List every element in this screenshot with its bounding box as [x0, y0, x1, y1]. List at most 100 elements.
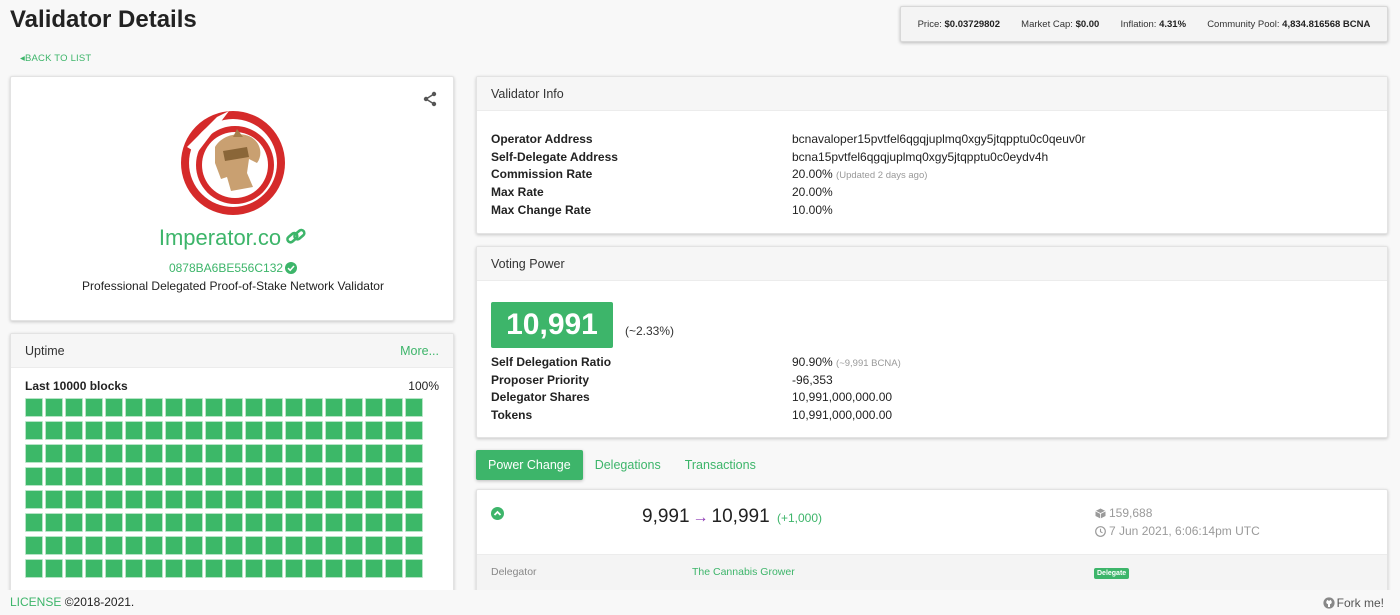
uptime-block[interactable]	[225, 490, 243, 509]
uptime-block[interactable]	[365, 398, 383, 417]
uptime-block[interactable]	[405, 421, 423, 440]
uptime-block[interactable]	[325, 536, 343, 555]
uptime-block[interactable]	[225, 536, 243, 555]
uptime-block[interactable]	[225, 398, 243, 417]
uptime-block[interactable]	[405, 513, 423, 532]
uptime-block[interactable]	[205, 536, 223, 555]
uptime-block[interactable]	[165, 513, 183, 532]
uptime-block[interactable]	[205, 421, 223, 440]
license-link[interactable]: LICENSE	[10, 595, 61, 609]
uptime-block[interactable]	[285, 559, 303, 578]
uptime-block[interactable]	[265, 536, 283, 555]
uptime-block[interactable]	[85, 467, 103, 486]
tab-power-change[interactable]: Power Change	[476, 450, 583, 480]
uptime-block[interactable]	[185, 559, 203, 578]
uptime-block[interactable]	[145, 444, 163, 463]
uptime-block[interactable]	[45, 398, 63, 417]
uptime-block[interactable]	[85, 398, 103, 417]
uptime-block[interactable]	[285, 513, 303, 532]
uptime-block[interactable]	[285, 536, 303, 555]
uptime-block[interactable]	[265, 467, 283, 486]
uptime-block[interactable]	[305, 490, 323, 509]
uptime-block[interactable]	[225, 559, 243, 578]
uptime-block[interactable]	[165, 559, 183, 578]
uptime-block[interactable]	[265, 444, 283, 463]
uptime-block[interactable]	[205, 467, 223, 486]
uptime-block[interactable]	[285, 467, 303, 486]
uptime-block[interactable]	[205, 490, 223, 509]
uptime-block[interactable]	[385, 513, 403, 532]
uptime-block[interactable]	[145, 421, 163, 440]
uptime-block[interactable]	[25, 421, 43, 440]
uptime-block[interactable]	[245, 490, 263, 509]
uptime-block[interactable]	[65, 513, 83, 532]
uptime-block[interactable]	[65, 490, 83, 509]
uptime-block[interactable]	[265, 490, 283, 509]
link-icon[interactable]	[285, 227, 307, 247]
uptime-block[interactable]	[405, 559, 423, 578]
uptime-block[interactable]	[385, 559, 403, 578]
uptime-block[interactable]	[65, 559, 83, 578]
uptime-block[interactable]	[185, 490, 203, 509]
uptime-block[interactable]	[185, 513, 203, 532]
uptime-block[interactable]	[305, 444, 323, 463]
uptime-block[interactable]	[165, 421, 183, 440]
uptime-block[interactable]	[165, 398, 183, 417]
uptime-block[interactable]	[385, 490, 403, 509]
uptime-block[interactable]	[65, 536, 83, 555]
uptime-block[interactable]	[245, 421, 263, 440]
uptime-block[interactable]	[245, 467, 263, 486]
uptime-block[interactable]	[85, 536, 103, 555]
uptime-block[interactable]	[345, 421, 363, 440]
uptime-block[interactable]	[365, 559, 383, 578]
uptime-block[interactable]	[125, 398, 143, 417]
uptime-block[interactable]	[205, 444, 223, 463]
uptime-block[interactable]	[385, 467, 403, 486]
uptime-more-link[interactable]: More...	[400, 344, 439, 358]
uptime-block[interactable]	[285, 421, 303, 440]
uptime-block[interactable]	[85, 421, 103, 440]
uptime-block[interactable]	[205, 559, 223, 578]
uptime-block[interactable]	[365, 513, 383, 532]
uptime-block[interactable]	[325, 421, 343, 440]
block-height[interactable]: 159,688	[1095, 506, 1152, 520]
uptime-block[interactable]	[25, 559, 43, 578]
uptime-block[interactable]	[245, 444, 263, 463]
uptime-block[interactable]	[25, 467, 43, 486]
tab-delegations[interactable]: Delegations	[583, 450, 673, 480]
uptime-block[interactable]	[405, 536, 423, 555]
uptime-block[interactable]	[165, 536, 183, 555]
uptime-block[interactable]	[345, 398, 363, 417]
uptime-block[interactable]	[345, 444, 363, 463]
uptime-block[interactable]	[105, 467, 123, 486]
uptime-block[interactable]	[25, 398, 43, 417]
uptime-block[interactable]	[45, 536, 63, 555]
delegator-link[interactable]: The Cannabis Grower	[692, 566, 795, 578]
uptime-block[interactable]	[85, 513, 103, 532]
uptime-block[interactable]	[65, 467, 83, 486]
uptime-block[interactable]	[225, 444, 243, 463]
uptime-block[interactable]	[305, 467, 323, 486]
share-icon[interactable]	[422, 91, 438, 107]
uptime-block[interactable]	[125, 513, 143, 532]
uptime-block[interactable]	[405, 444, 423, 463]
uptime-block[interactable]	[245, 398, 263, 417]
uptime-block[interactable]	[305, 513, 323, 532]
uptime-block[interactable]	[125, 421, 143, 440]
uptime-block[interactable]	[45, 444, 63, 463]
uptime-block[interactable]	[105, 398, 123, 417]
uptime-block[interactable]	[185, 536, 203, 555]
uptime-block[interactable]	[325, 490, 343, 509]
uptime-block[interactable]	[45, 467, 63, 486]
uptime-block[interactable]	[225, 513, 243, 532]
uptime-block[interactable]	[45, 490, 63, 509]
uptime-block[interactable]	[125, 536, 143, 555]
uptime-block[interactable]	[105, 490, 123, 509]
uptime-block[interactable]	[85, 490, 103, 509]
uptime-block[interactable]	[225, 421, 243, 440]
uptime-block[interactable]	[85, 559, 103, 578]
fork-me-link[interactable]: Fork me!	[1323, 596, 1384, 610]
uptime-block[interactable]	[285, 444, 303, 463]
uptime-block[interactable]	[365, 490, 383, 509]
uptime-block[interactable]	[65, 421, 83, 440]
